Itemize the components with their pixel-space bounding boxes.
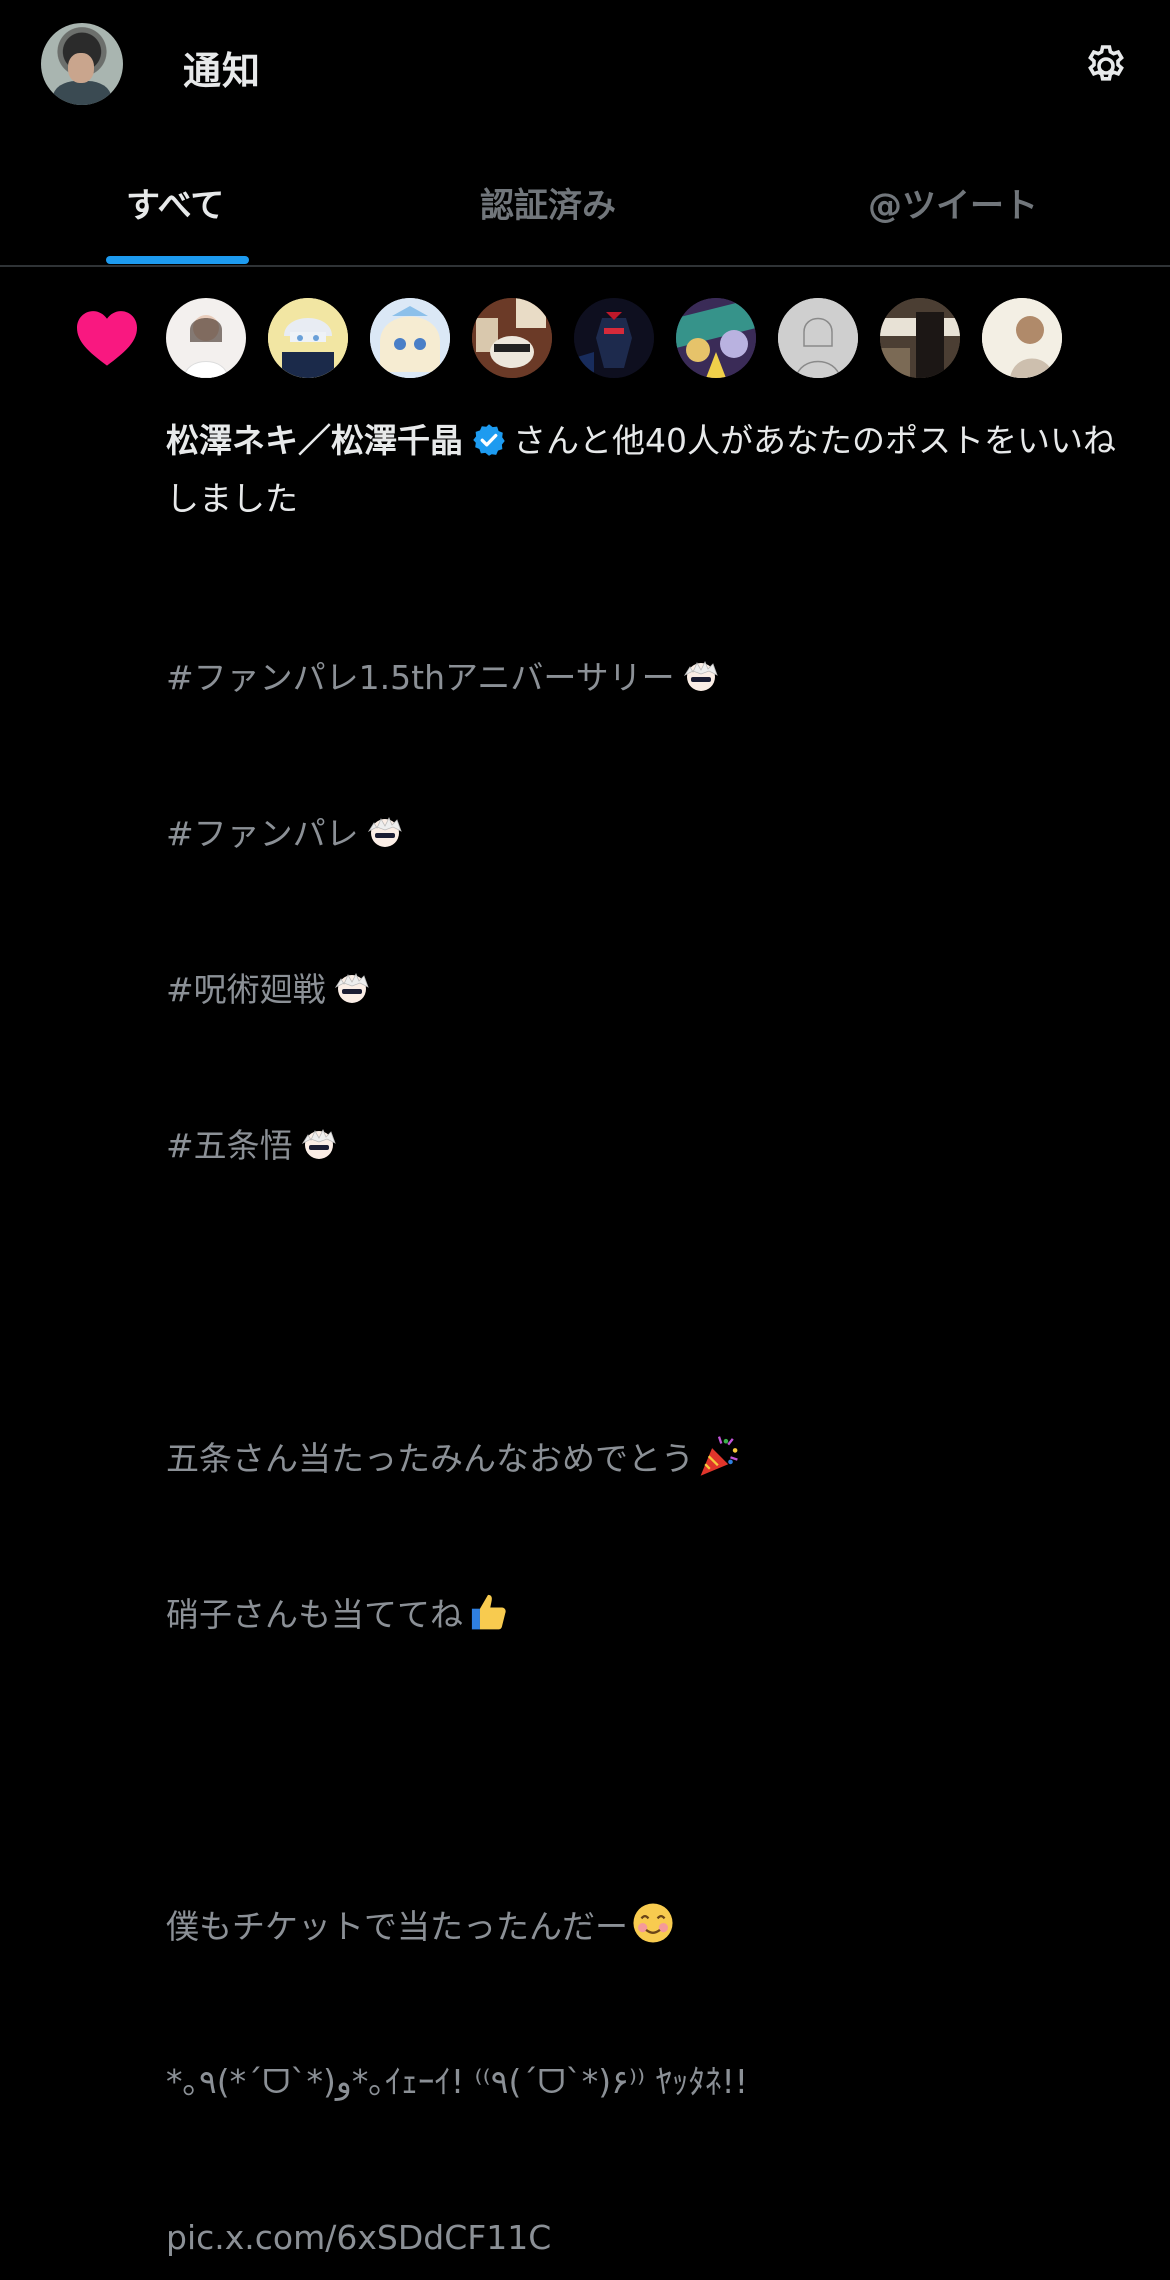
tweet-line: 僕もチケットで当たったんだー: [166, 1900, 1126, 1952]
liker-name[interactable]: 松澤ネキ／松澤千晶: [166, 421, 463, 460]
active-tab-indicator: [106, 256, 249, 264]
tab-divider: [0, 265, 1170, 267]
party-popper-icon: [700, 1436, 738, 1476]
tab-all[interactable]: すべて: [126, 178, 224, 227]
tweet-text: #ファンパレ1.5thアニバーサリー #ファンパレ #呪術廻戦 #五条悟 五条さ…: [166, 548, 1126, 2280]
avatar[interactable]: [880, 298, 960, 378]
settings-gear-icon[interactable]: [1082, 42, 1130, 90]
profile-avatar[interactable]: [41, 23, 123, 105]
character-face-icon: [367, 817, 402, 847]
hashtag[interactable]: #ファンパレ: [166, 808, 1126, 860]
heart-icon: [77, 311, 137, 366]
thumbs-up-icon: [471, 1594, 506, 1630]
tweet-line: 硝子さんも当ててね: [166, 1588, 1126, 1640]
character-face-icon: [301, 1129, 336, 1159]
tweet-line: *｡٩(*ˊᗜˋ*)و*｡ｲｪｰｲ! ⁽⁽٩(ˊᗜˋ*)۶⁾⁾ ﾔｯﾀﾈ!!: [166, 2062, 749, 2101]
avatar[interactable]: [778, 298, 858, 378]
avatar[interactable]: [676, 298, 756, 378]
hashtag[interactable]: #五条悟: [166, 1120, 1126, 1172]
avatar[interactable]: [472, 298, 552, 378]
verified-badge-icon: [473, 424, 505, 456]
hashtag[interactable]: #ファンパレ1.5thアニバーサリー: [166, 652, 1126, 704]
hashtag[interactable]: #呪術廻戦: [166, 964, 1126, 1016]
character-face-icon: [683, 661, 718, 691]
tweet-line: 五条さん当たったみんなおめでとう: [166, 1432, 1126, 1484]
tweet-link[interactable]: pic.x.com/6xSDdCF11C: [166, 2212, 1126, 2264]
page-title: 通知: [183, 49, 262, 93]
tab-verified[interactable]: 認証済み: [480, 178, 616, 227]
smiling-face-icon: [633, 1903, 673, 1943]
character-face-icon: [334, 973, 369, 1003]
tab-mentions[interactable]: @ツイート: [868, 178, 1038, 227]
top-bar: 通知: [0, 0, 1170, 130]
avatar[interactable]: [166, 298, 246, 378]
avatar[interactable]: [268, 298, 348, 378]
notification-tabs: すべて 認証済み @ツイート: [0, 130, 1170, 268]
avatar[interactable]: [370, 298, 450, 378]
avatar[interactable]: [982, 298, 1062, 378]
avatar[interactable]: [574, 298, 654, 378]
like-summary: 松澤ネキ／松澤千晶 さんと他40人があなたのポストをいいねしました: [166, 412, 1136, 528]
